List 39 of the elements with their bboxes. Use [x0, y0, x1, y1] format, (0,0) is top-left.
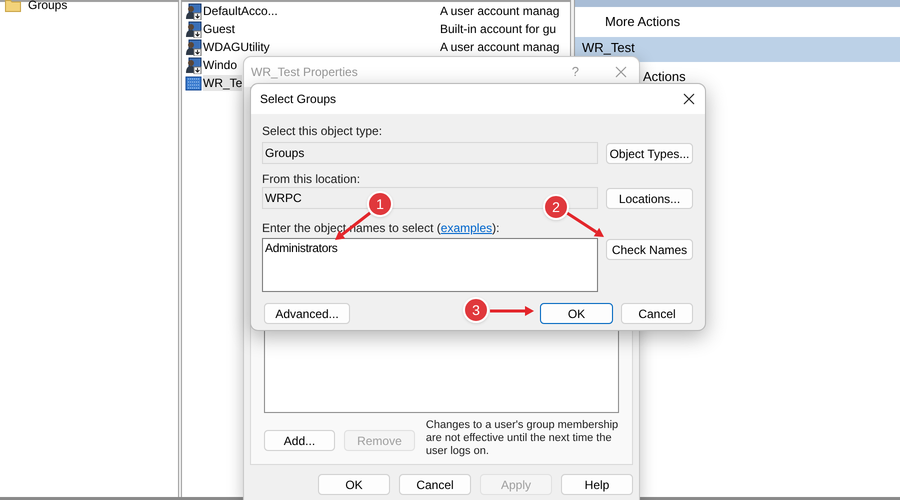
- dialog-button[interactable]: Cancel: [621, 303, 693, 324]
- actions-link[interactable]: More Actions: [605, 12, 680, 32]
- examples-link[interactable]: examples: [440, 221, 492, 235]
- list-item-name[interactable]: WDAGUtility: [203, 39, 270, 55]
- dialog-button[interactable]: Cancel: [399, 474, 471, 495]
- dialog-button[interactable]: Check Names: [606, 239, 693, 260]
- user-icon: [185, 20, 202, 38]
- dialog-button[interactable]: Object Types...: [606, 143, 693, 164]
- folder-icon: [5, 0, 21, 12]
- list-item-name[interactable]: Windo: [203, 57, 238, 73]
- actions-link[interactable]: Actions: [643, 67, 686, 87]
- dialog-button[interactable]: Help: [561, 474, 633, 495]
- dialog-button[interactable]: Advanced...: [264, 303, 350, 324]
- dialog-button[interactable]: OK: [540, 303, 613, 324]
- list-item-description: Built-in account for gu: [440, 21, 556, 38]
- dialog-button[interactable]: Locations...: [606, 188, 693, 209]
- tree-item[interactable]: Groups: [28, 0, 68, 13]
- arrow: [490, 306, 534, 316]
- list-item-description: A user account manag: [440, 3, 560, 20]
- list-item-name[interactable]: DefaultAcco...: [203, 3, 278, 19]
- names-input-field[interactable]: Administrators: [262, 238, 598, 292]
- window-title: WR_Test Properties: [251, 64, 359, 81]
- list-item-name[interactable]: Guest: [203, 21, 236, 37]
- arrow: [566, 212, 604, 237]
- actions-section-header: WR_Test: [575, 37, 900, 62]
- user-icon: [185, 56, 202, 74]
- dialog-button[interactable]: Add...: [264, 430, 335, 451]
- list-item-name[interactable]: WR_Te: [203, 75, 242, 91]
- close-icon[interactable]: [683, 93, 695, 105]
- user-icon: [185, 38, 202, 56]
- list-item-description: A user account manag: [440, 39, 560, 56]
- user-icon: [185, 2, 202, 20]
- read-only-field: Groups: [262, 142, 598, 164]
- dialog-button[interactable]: OK: [318, 474, 390, 495]
- group-icon: [185, 74, 202, 92]
- membership-note: Changes to a user's group membership are not effective until the next time the user logs on.: [426, 419, 619, 458]
- field-label: From this location:: [262, 172, 362, 186]
- field-label: Select this object type:: [262, 124, 384, 138]
- dialog-title: Select Groups: [260, 91, 338, 108]
